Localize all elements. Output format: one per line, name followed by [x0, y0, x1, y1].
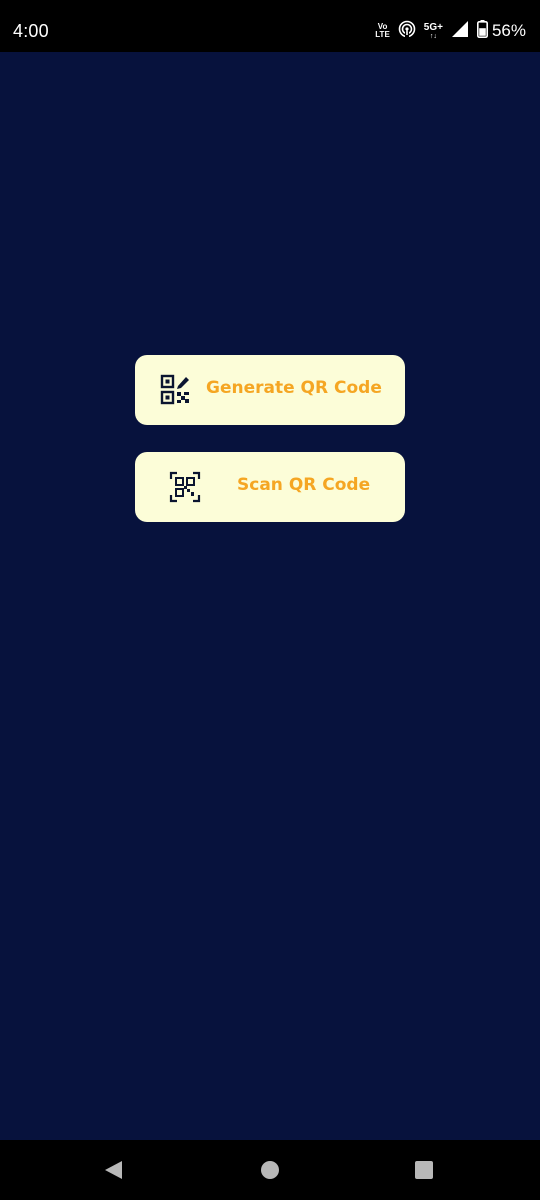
scan-qr-button[interactable]: Scan QR Code: [135, 452, 405, 522]
volte-bottom-label: LTE: [375, 30, 390, 39]
network-indicator: 5G+ ↑↓: [423, 21, 443, 40]
battery-percent: 56%: [491, 21, 526, 40]
generate-qr-button[interactable]: Generate QR Code: [135, 355, 405, 425]
home-icon[interactable]: [259, 1159, 281, 1181]
volte-icon: Vo LTE: [375, 23, 390, 39]
signal-icon: [451, 20, 469, 42]
scan-qr-label: Scan QR Code: [237, 475, 371, 495]
recents-icon[interactable]: [413, 1159, 435, 1181]
battery-icon: [476, 20, 488, 42]
network-label: 5G+: [423, 21, 443, 33]
qr-scan-icon: [169, 471, 201, 503]
navigation-bar: [0, 1140, 540, 1200]
data-activity-arrows: ↑↓: [429, 32, 437, 40]
hotspot-icon: [398, 20, 416, 42]
status-time: 4:00: [13, 21, 49, 41]
qr-edit-icon: [160, 374, 192, 406]
generate-qr-label: Generate QR Code: [206, 378, 382, 398]
status-bar: 4:00 Vo LTE 5G+ ↑↓ 56%: [0, 0, 540, 52]
back-icon[interactable]: [103, 1159, 125, 1181]
app-screen: 4:00 Vo LTE 5G+ ↑↓ 56% Generate QR Code …: [0, 0, 540, 1200]
status-icons: Vo LTE 5G+ ↑↓ 56%: [375, 18, 526, 44]
